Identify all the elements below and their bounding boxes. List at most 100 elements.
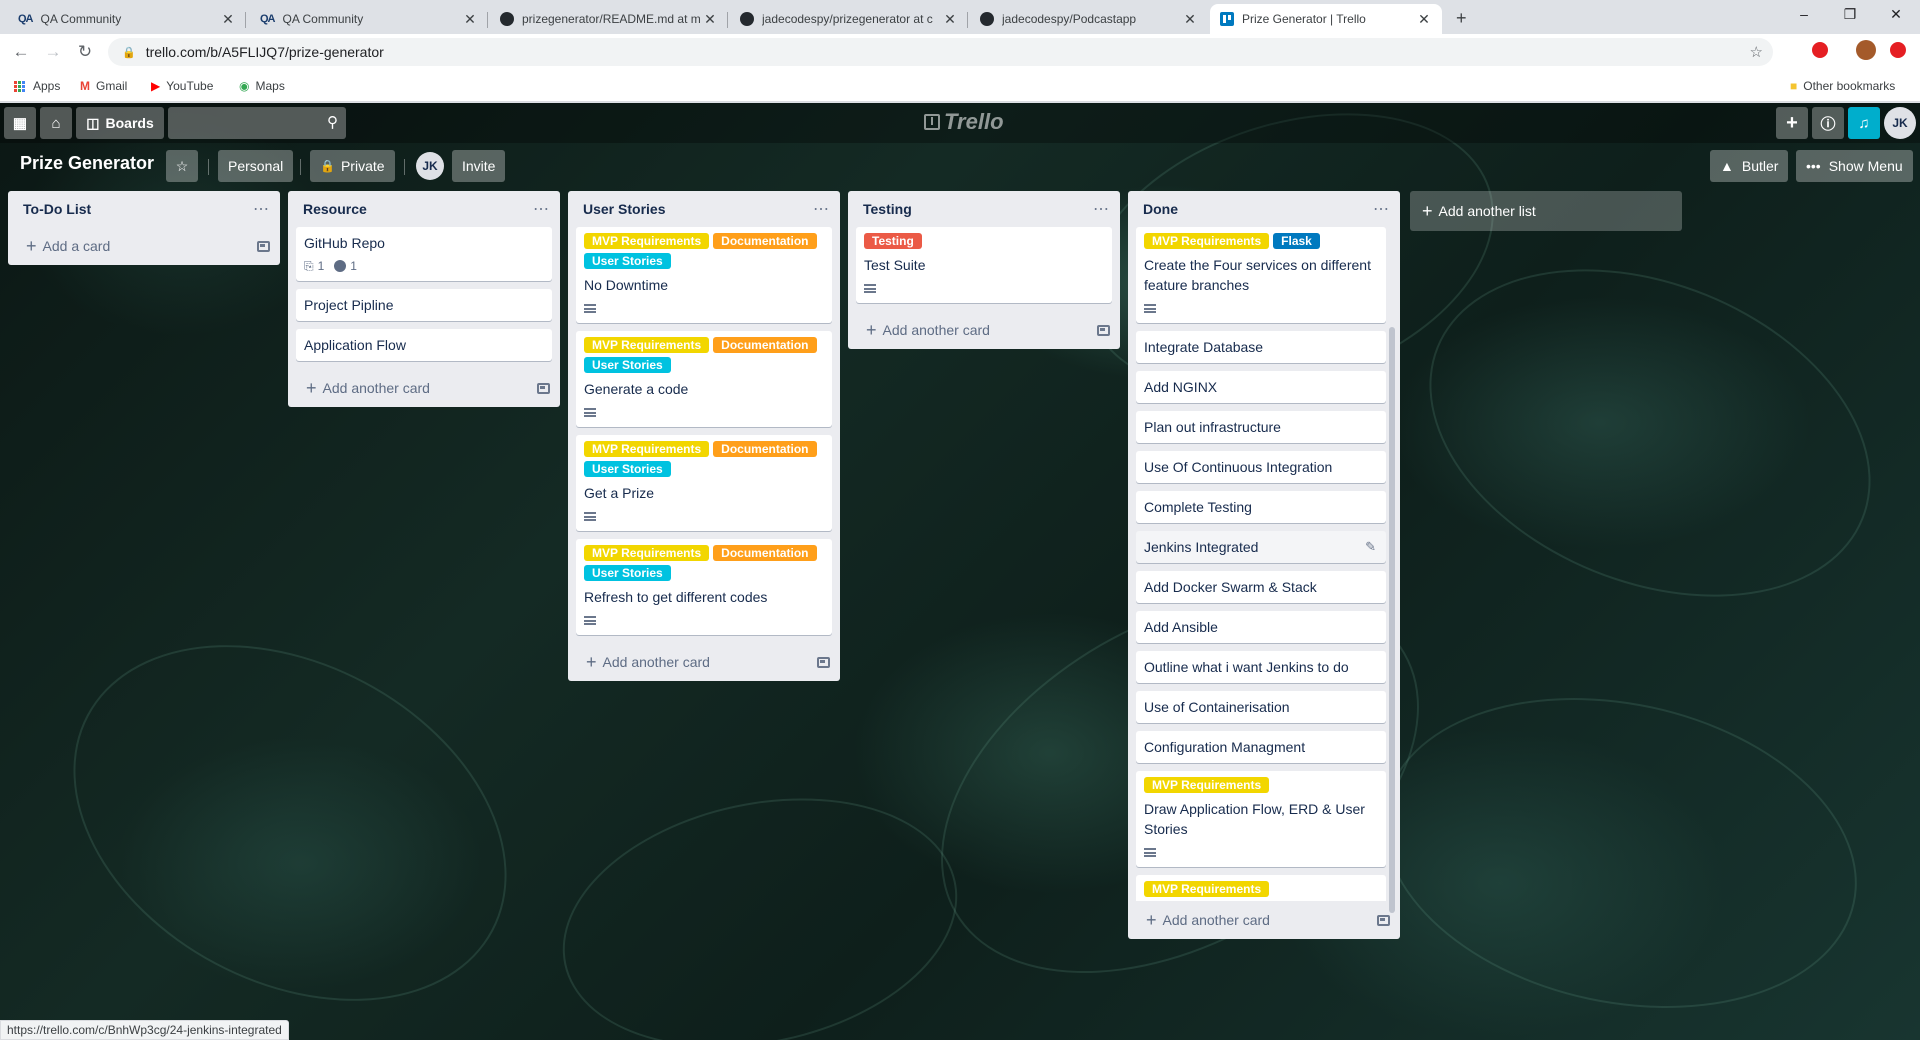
list-title[interactable]: Resource [303,201,533,217]
card-template-icon[interactable] [537,382,550,394]
team-visibility-button[interactable]: Personal [218,150,294,182]
bookmark-youtube[interactable]: ▶ YouTube [151,79,213,93]
card-template-icon[interactable] [1097,324,1110,336]
board-member-avatar[interactable]: JK [416,152,444,180]
list-title[interactable]: Done [1143,201,1373,217]
add-card-button[interactable]: + Add another card [1128,901,1400,939]
card[interactable]: Application Flow [296,329,552,361]
add-card-button[interactable]: + Add another card [568,643,840,681]
bookmark-maps[interactable]: ◉ Maps [239,79,285,93]
search-input[interactable]: ⚲ [168,107,346,139]
card[interactable]: Add Docker Swarm & Stack [1136,571,1386,603]
browser-tab[interactable]: jadecodespy/prizegenerator at c ✕ [730,4,968,34]
close-window-button[interactable]: ✕ [1886,6,1906,23]
done-list-scrollbar[interactable] [1389,327,1395,913]
url-field[interactable]: 🔒 trello.com/b/A5FLIJQ7/prize-generator … [108,38,1773,66]
show-menu-button[interactable]: ••• Show Menu [1796,150,1913,182]
home-icon[interactable]: ⌂ [40,107,72,139]
card[interactable]: MVP Requirements Documentation User Storie… [576,539,832,635]
info-icon[interactable]: ⓘ [1812,107,1844,139]
forward-arrow-icon[interactable]: → [42,42,64,62]
restore-button[interactable]: ❐ [1840,6,1860,23]
card[interactable]: Complete Testing [1136,491,1386,523]
tab-close-icon[interactable]: ✕ [702,11,718,28]
bookmark-gmail[interactable]: M Gmail [80,79,127,93]
card[interactable]: Testing Test Suite [856,227,1112,303]
invite-button[interactable]: Invite [452,150,506,182]
card[interactable]: Plan out infrastructure [1136,411,1386,443]
card[interactable]: MVP Requirements Documentation User Storie… [576,331,832,427]
browser-tab[interactable]: QA QA Community ✕ [8,4,246,34]
browser-tab[interactable]: jadecodespy/Podcastapp ✕ [970,4,1208,34]
card[interactable]: MVP Requirements Flask Create the Four ser… [1136,227,1386,323]
list-header[interactable]: Testing ⋯ [848,191,1120,227]
other-bookmarks[interactable]: ■ Other bookmarks [1790,79,1895,93]
tab-close-icon[interactable]: ✕ [220,11,236,28]
back-arrow-icon[interactable]: ← [10,42,32,62]
bookmark-star-icon[interactable]: ☆ [1750,43,1763,61]
card[interactable]: MVP Requirements Draw Application Flow, E… [1136,771,1386,867]
list-menu-icon[interactable]: ⋯ [533,199,550,219]
card-template-icon[interactable] [817,656,830,668]
browser-tab[interactable]: prizegenerator/README.md at m ✕ [490,4,728,34]
trello-logo[interactable]: Trello [924,109,1004,135]
card[interactable]: MVP RequirementsFunctional Python [1136,875,1386,901]
new-tab-button[interactable]: + [1456,8,1467,29]
card[interactable]: Add Ansible [1136,611,1386,643]
card[interactable]: Integrate Database [1136,331,1386,363]
star-board-icon[interactable]: ☆ [166,150,198,182]
member-avatar[interactable]: JK [1884,107,1916,139]
list-header[interactable]: To-Do List ⋯ [8,191,280,227]
paperclip-icon: ⎘ [304,258,314,273]
card[interactable]: Add NGINX [1136,371,1386,403]
list-header[interactable]: Done ⋯ [1128,191,1400,227]
trello-top-nav: ▦ ⌂ ◫ Boards ⚲ Trello + ⓘ ♫ JK [0,103,1920,143]
list-header[interactable]: User Stories ⋯ [568,191,840,227]
card[interactable]: MVP Requirements Documentation User Storie… [576,435,832,531]
browser-tab[interactable]: Prize Generator | Trello ✕ [1210,4,1442,34]
list-title[interactable]: To-Do List [23,201,253,217]
adblock-extension-icon[interactable] [1890,42,1906,58]
list-testing: Testing ⋯ Testing Test Suite + Add another ca… [848,191,1120,349]
card[interactable]: GitHub Repo ⎘ 1 1 [296,227,552,281]
privacy-button[interactable]: 🔒 Private [310,150,395,182]
add-card-button[interactable]: + Add a card [8,227,280,265]
butler-button[interactable]: ▲ Butler [1710,150,1789,182]
card[interactable]: Use Of Continuous Integration [1136,451,1386,483]
add-card-button[interactable]: + Add another card [288,369,560,407]
tab-close-icon[interactable]: ✕ [942,11,958,28]
boards-button[interactable]: ◫ Boards [76,107,164,139]
card-template-icon[interactable] [1377,914,1390,926]
card[interactable]: Outline what i want Jenkins to do [1136,651,1386,683]
tab-close-icon[interactable]: ✕ [1416,11,1432,28]
list-title[interactable]: User Stories [583,201,813,217]
card-title: Add Docker Swarm & Stack [1144,579,1317,595]
list-menu-icon[interactable]: ⋯ [813,199,830,219]
add-card-button[interactable]: + Add another card [848,311,1120,349]
minimize-button[interactable]: – [1794,6,1814,22]
card-template-icon[interactable] [257,240,270,252]
create-plus-icon[interactable]: + [1776,107,1808,139]
apps-switcher-icon[interactable]: ▦ [4,107,36,139]
notifications-bell-icon[interactable]: ♫ [1848,107,1880,139]
board-title[interactable]: Prize Generator [20,153,154,174]
profile-avatar[interactable] [1856,40,1876,60]
edit-pencil-icon[interactable]: ✎ [1365,539,1376,555]
list-header[interactable]: Resource ⋯ [288,191,560,227]
list-menu-icon[interactable]: ⋯ [1093,199,1110,219]
browser-tab[interactable]: QA QA Community ✕ [250,4,488,34]
card[interactable]: Jenkins Integrated ✎ [1136,531,1386,563]
card[interactable]: Project Pipline [296,289,552,321]
opera-extension-icon[interactable] [1812,42,1828,58]
bookmark-apps[interactable]: Apps [14,79,60,93]
list-title[interactable]: Testing [863,201,1093,217]
list-menu-icon[interactable]: ⋯ [253,199,270,219]
tab-close-icon[interactable]: ✕ [462,11,478,28]
card[interactable]: Configuration Managment [1136,731,1386,763]
list-menu-icon[interactable]: ⋯ [1373,199,1390,219]
add-list-button[interactable]: + Add another list [1410,191,1682,231]
reload-icon[interactable]: ↻ [74,42,96,62]
card[interactable]: Use of Containerisation [1136,691,1386,723]
card[interactable]: MVP Requirements Documentation User Storie… [576,227,832,323]
tab-close-icon[interactable]: ✕ [1182,11,1198,28]
